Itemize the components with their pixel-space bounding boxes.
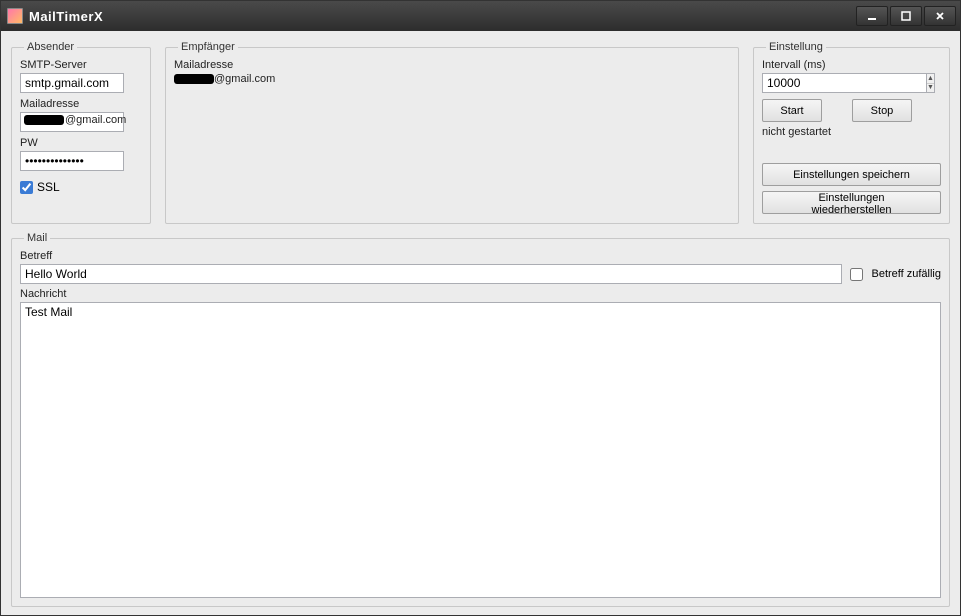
nachricht-label: Nachricht — [20, 288, 941, 300]
empfaenger-legend: Empfänger — [178, 41, 238, 53]
status-text: nicht gestartet — [762, 126, 941, 138]
pw-input[interactable] — [20, 151, 124, 171]
betreff-input[interactable] — [20, 264, 842, 284]
smtp-server-label: SMTP-Server — [20, 59, 142, 71]
recipient-mail-redacted — [174, 74, 214, 84]
absender-legend: Absender — [24, 41, 77, 53]
save-settings-button[interactable]: Einstellungen speichern — [762, 163, 941, 186]
betreff-random-label: Betreff zufällig — [871, 268, 941, 280]
mail-legend: Mail — [24, 232, 50, 244]
recipient-mail-label: Mailadresse — [174, 59, 730, 71]
recipient-mail-value: @gmail.com — [174, 73, 730, 85]
betreff-random-checkbox[interactable] — [850, 268, 863, 281]
mail-group: Mail Betreff Betreff zufällig Nachricht — [11, 232, 950, 607]
start-button[interactable]: Start — [762, 99, 822, 122]
nachricht-textarea[interactable] — [20, 302, 941, 598]
interval-input[interactable] — [762, 73, 927, 93]
absender-group: Absender SMTP-Server Mailadresse @gmail.… — [11, 41, 151, 224]
titlebar[interactable]: MailTimerX — [1, 1, 960, 31]
pw-label: PW — [20, 137, 142, 149]
minimize-button[interactable] — [856, 6, 888, 26]
close-button[interactable] — [924, 6, 956, 26]
interval-label: Intervall (ms) — [762, 59, 941, 71]
app-icon — [7, 8, 23, 24]
betreff-label: Betreff — [20, 250, 941, 262]
einstellung-legend: Einstellung — [766, 41, 826, 53]
maximize-button[interactable] — [890, 6, 922, 26]
restore-settings-button[interactable]: Einstellungen wiederherstellen — [762, 191, 941, 214]
einstellung-group: Einstellung Intervall (ms) ▲ ▼ Start Sto… — [753, 41, 950, 224]
ssl-checkbox[interactable] — [20, 181, 33, 194]
interval-down-button[interactable]: ▼ — [927, 84, 934, 93]
ssl-label: SSL — [37, 180, 60, 194]
interval-up-button[interactable]: ▲ — [927, 74, 934, 84]
interval-spinner[interactable]: ▲ ▼ — [762, 73, 912, 93]
sender-mail-label: Mailadresse — [20, 98, 142, 110]
recipient-mail-suffix: @gmail.com — [214, 73, 275, 85]
window-title: MailTimerX — [29, 9, 856, 24]
smtp-server-input[interactable] — [20, 73, 124, 93]
sender-mail-input[interactable] — [20, 112, 124, 132]
empfaenger-group: Empfänger Mailadresse @gmail.com — [165, 41, 739, 224]
stop-button[interactable]: Stop — [852, 99, 912, 122]
